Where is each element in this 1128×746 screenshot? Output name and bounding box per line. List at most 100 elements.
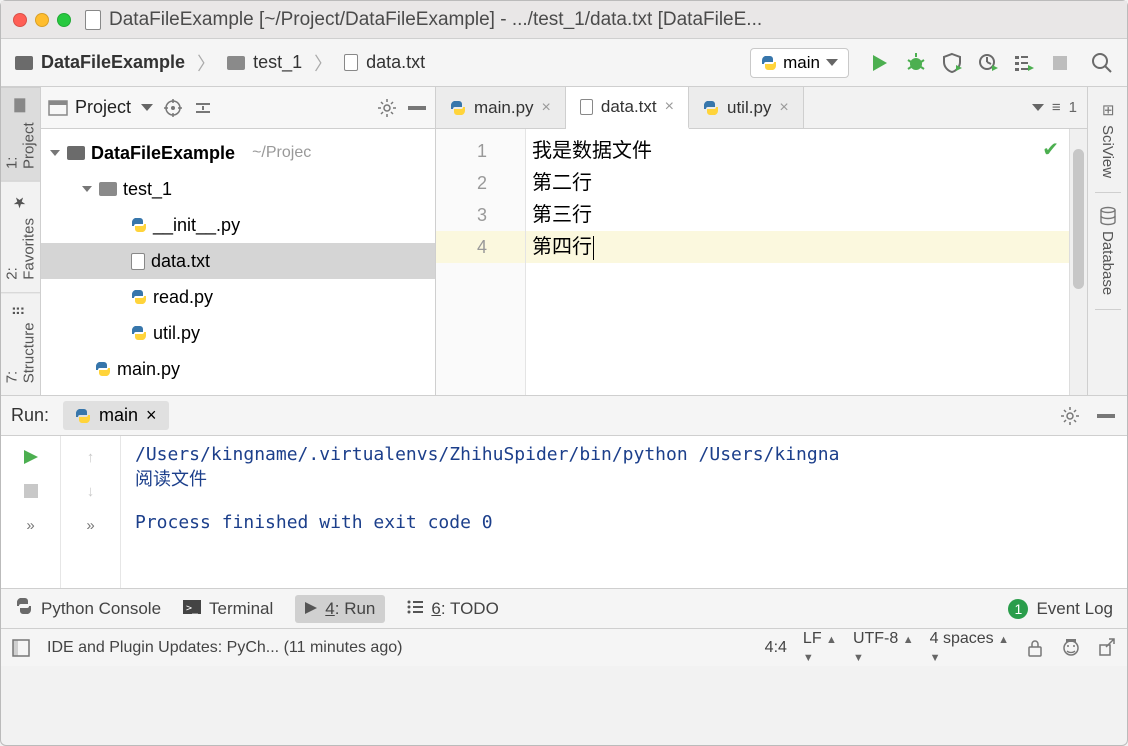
python-icon [15,597,33,620]
status-message[interactable]: IDE and Plugin Updates: PyCh... (11 minu… [47,639,402,657]
editor-gutter[interactable]: 1234 [436,129,526,395]
tab-counter: 1 [1069,99,1077,116]
python-console-tab[interactable]: Python Console [15,597,161,620]
debug-button[interactable] [905,52,927,74]
breadcrumb-folder[interactable]: test_1 [253,52,302,73]
scrollbar-thumb[interactable] [1073,149,1084,289]
close-tab-icon[interactable]: × [146,405,157,426]
goto-icon[interactable] [1097,638,1117,658]
hide-icon[interactable] [407,98,427,118]
tree-file[interactable]: data.txt [41,243,435,279]
structure-tool-tab[interactable]: 7: Structure⠿ [1,292,40,395]
gear-icon[interactable] [1059,405,1081,427]
database-tool-tab[interactable]: Database [1095,193,1121,310]
close-tab-icon[interactable]: × [542,99,551,117]
right-tool-strip: ⊞SciView Database [1087,87,1127,395]
editor-tab[interactable]: data.txt× [566,87,689,129]
run-tab[interactable]: 4: Run [295,595,385,623]
project-folder-icon [67,146,85,160]
sciview-tool-tab[interactable]: ⊞SciView [1095,87,1121,193]
caret-position[interactable]: 4:4 [765,639,787,657]
svg-text:>_: >_ [186,603,199,614]
toggle-tool-windows-icon[interactable] [11,638,31,658]
editor-tab[interactable]: main.py× [436,87,566,128]
inspector-icon[interactable] [1061,638,1081,658]
editor-tab[interactable]: util.py× [689,87,804,128]
coverage-button[interactable] [941,52,963,74]
code-line[interactable]: 第四行 [526,231,1069,263]
chevron-down-icon[interactable] [1032,104,1044,111]
hide-icon[interactable] [1095,405,1117,427]
close-tab-icon[interactable]: × [779,99,788,117]
down-arrow-icon[interactable]: ↓ [78,478,104,504]
tree-file[interactable]: read.py [41,279,435,315]
event-log-tab[interactable]: 1 Event Log [1008,599,1113,619]
todo-tab[interactable]: 6: TODO [407,599,498,619]
minimize-window-button[interactable] [35,13,49,27]
tree-root[interactable]: DataFileExample ~/Projec [41,135,435,171]
up-arrow-icon[interactable]: ↑ [78,444,104,470]
target-icon[interactable] [163,98,183,118]
titlebar: DataFileExample [~/Project/DataFileExamp… [1,1,1127,39]
more-button[interactable]: » [18,512,44,538]
status-bar: IDE and Plugin Updates: PyCh... (11 minu… [1,628,1127,666]
project-tree[interactable]: DataFileExample ~/Projec test_1 __init__… [41,129,435,395]
play-icon [305,599,317,619]
tree-folder[interactable]: test_1 [41,171,435,207]
lock-icon[interactable] [1025,638,1045,658]
folder-icon [99,182,117,196]
search-button[interactable] [1091,52,1113,74]
file-icon [85,10,101,30]
file-icon [344,54,358,71]
terminal-tab[interactable]: >_ Terminal [183,599,273,619]
left-tool-strip: 1: Project 2: Favorites★ 7: Structure⠿ [1,87,41,395]
folder-icon [15,99,26,113]
tree-file[interactable]: __init__.py [41,207,435,243]
tree-file[interactable]: util.py [41,315,435,351]
collapse-icon[interactable] [193,98,213,118]
line-separator[interactable]: LF ▲▼ [803,630,837,666]
breadcrumb-root[interactable]: DataFileExample [41,52,185,73]
zoom-window-button[interactable] [57,13,71,27]
python-file-icon [450,100,466,116]
code-line[interactable]: 我是数据文件 [526,135,1069,167]
favorites-tool-tab[interactable]: 2: Favorites★ [1,181,40,292]
run-tab[interactable]: main × [63,401,169,430]
file-encoding[interactable]: UTF-8 ▲▼ [853,630,914,666]
run-console[interactable]: /Users/kingname/.virtualenvs/ZhihuSpider… [121,436,1127,588]
bottom-toolbar: Python Console >_ Terminal 4: Run 6: TOD… [1,588,1127,628]
tree-file[interactable]: main.py [41,351,435,387]
terminal-icon: >_ [183,599,201,619]
close-window-button[interactable] [13,13,27,27]
navigation-toolbar: DataFileExample 〉 test_1 〉 data.txt main [1,39,1127,87]
code-line[interactable]: 第二行 [526,167,1069,199]
run-button[interactable] [869,52,891,74]
breadcrumb-file[interactable]: data.txt [366,52,425,73]
code-line[interactable]: 第三行 [526,199,1069,231]
run-config-selector[interactable]: main [750,48,849,78]
more-button[interactable]: » [78,512,104,538]
rerun-button[interactable] [18,444,44,470]
profile-button[interactable] [977,52,999,74]
breadcrumb[interactable]: DataFileExample 〉 test_1 〉 data.txt [15,50,425,76]
concurrency-button[interactable] [1013,52,1035,74]
close-tab-icon[interactable]: × [665,98,674,116]
text-file-icon [131,253,145,270]
stop-button[interactable] [1049,52,1071,74]
text-file-icon [580,99,593,115]
tab-list-icon[interactable]: ≡ [1052,99,1061,116]
chevron-down-icon[interactable] [49,147,61,159]
project-tool-tab[interactable]: 1: Project [1,87,40,181]
gear-icon[interactable] [377,98,397,118]
editor-code[interactable]: ✔ 我是数据文件第二行第三行第四行 [526,129,1069,395]
editor-scrollbar[interactable] [1069,129,1087,395]
indent-setting[interactable]: 4 spaces ▲▼ [930,630,1009,666]
chevron-down-icon[interactable] [141,104,153,111]
chevron-down-icon[interactable] [81,183,93,195]
folder-icon [227,56,245,70]
event-count-badge: 1 [1008,599,1028,619]
stop-button[interactable] [18,478,44,504]
sidebar-title: Project [75,97,131,118]
structure-icon: ⠿ [12,305,30,316]
inspection-ok-icon[interactable]: ✔ [1042,137,1059,162]
